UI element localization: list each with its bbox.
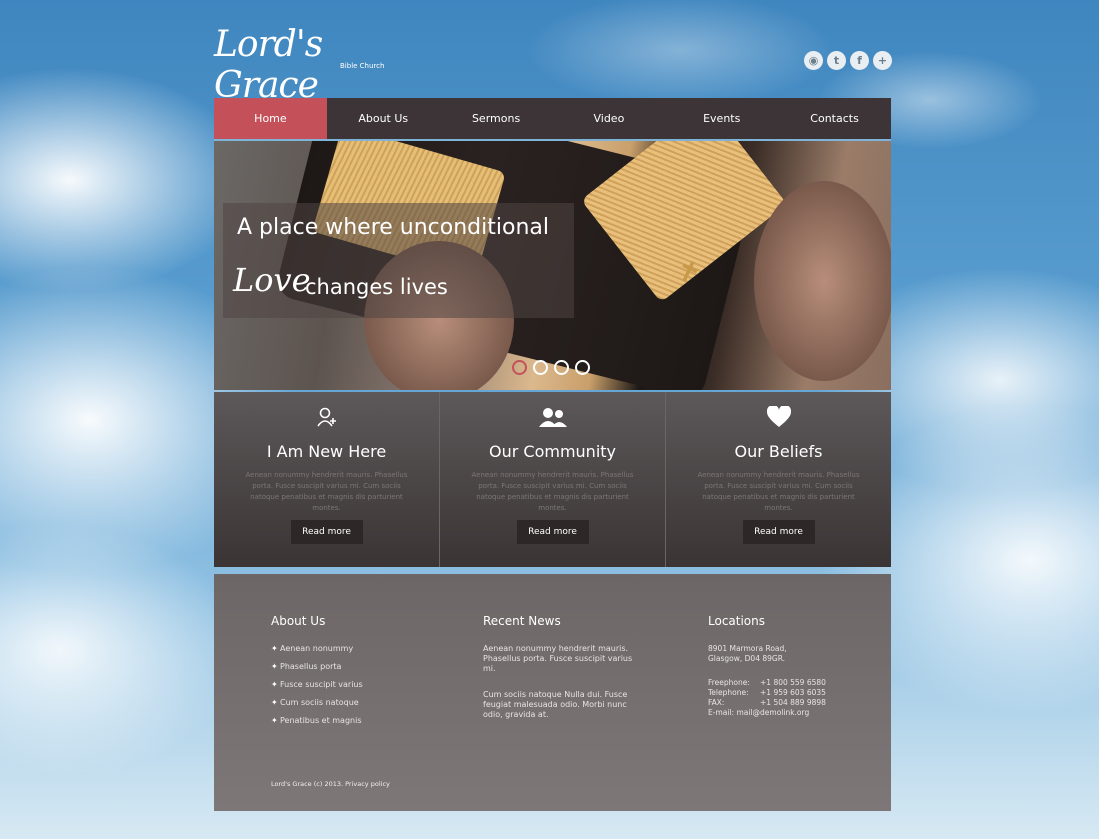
features-row: I Am New Here Aenean nonummy hendrerit m… (214, 392, 891, 567)
hero-slider: ✝ A place where unconditional Love chang… (214, 141, 891, 390)
footer-link[interactable]: ✦ Aenean nonummy (271, 644, 431, 662)
address-line: Glasgow, D04 89GR. (708, 654, 786, 663)
feature-title: I Am New Here (266, 442, 387, 461)
address-line: 8901 Marmora Road, (708, 644, 787, 653)
nav-video[interactable]: Video (552, 98, 665, 139)
feature-text: Aenean nonummy hendrerit mauris. Phasell… (245, 471, 408, 512)
footer: About Us ✦ Aenean nonummy ✦ Phasellus port… (214, 574, 891, 811)
main-nav: Home About Us Sermons Video Events Conta… (214, 98, 891, 141)
star-bullet-icon: ✦ (271, 680, 278, 689)
nav-home[interactable]: Home (214, 98, 327, 139)
hero-line-1: A place where unconditional (237, 215, 549, 240)
email-label: E-mail: (708, 708, 735, 717)
add-user-icon (214, 406, 439, 434)
telephone-value: +1 959 603 6035 (760, 688, 826, 697)
hero-line-2: changes lives (305, 275, 448, 299)
star-bullet-icon: ✦ (271, 644, 278, 653)
freephone-value: +1 800 559 6580 (760, 678, 826, 687)
slider-dot-1[interactable] (512, 360, 527, 375)
nav-contacts[interactable]: Contacts (778, 98, 891, 139)
star-bullet-icon: ✦ (271, 662, 278, 671)
feature-new-here: I Am New Here Aenean nonummy hendrerit m… (214, 392, 439, 567)
telephone-label: Telephone: (708, 688, 749, 697)
news-item[interactable]: Aenean nonummy hendrerit mauris. Phasell… (483, 644, 633, 674)
copyright: Lord's Grace (c) 2013. Privacy policy (271, 780, 390, 788)
read-more-button[interactable]: Read more (290, 520, 363, 544)
plus-icon[interactable]: + (873, 51, 892, 70)
feature-text: Aenean nonummy hendrerit mauris. Phasell… (471, 471, 634, 512)
nav-about-us[interactable]: About Us (327, 98, 440, 139)
rss-icon[interactable]: ◉ (804, 51, 823, 70)
hero-caption: A place where unconditional Love changes… (223, 203, 574, 318)
twitter-icon[interactable]: t (827, 51, 846, 70)
footer-about: About Us ✦ Aenean nonummy ✦ Phasellus port… (271, 614, 431, 734)
freephone-label: Freephone: (708, 678, 750, 687)
hand-right (754, 181, 891, 381)
footer-locations: Locations 8901 Marmora Road, Glasgow, D0… (708, 614, 868, 718)
fax-value: +1 504 889 9898 (760, 698, 826, 707)
slider-pagination (512, 360, 590, 375)
slider-dot-2[interactable] (533, 360, 548, 375)
read-more-button[interactable]: Read more (742, 520, 815, 544)
heart-icon (666, 404, 891, 434)
read-more-button[interactable]: Read more (516, 520, 589, 544)
logo[interactable]: Lord's Grace Bible Church (214, 24, 394, 106)
footer-link[interactable]: ✦ Cum sociis natoque (271, 698, 431, 716)
facebook-icon[interactable]: f (850, 51, 869, 70)
slider-dot-4[interactable] (575, 360, 590, 375)
footer-link[interactable]: ✦ Fusce suscipit varius (271, 680, 431, 698)
footer-news-title: Recent News (483, 614, 561, 628)
logo-subtitle: Bible Church (340, 62, 385, 70)
feature-text: Aenean nonummy hendrerit mauris. Phasell… (697, 471, 860, 512)
hero-love: Love (233, 261, 311, 299)
feature-title: Our Beliefs (734, 442, 823, 461)
footer-locations-title: Locations (708, 614, 766, 628)
footer-news: Recent News Aenean nonummy hendrerit mau… (483, 614, 633, 720)
feature-title: Our Community (489, 442, 616, 461)
footer-about-title: About Us (271, 614, 326, 628)
star-bullet-icon: ✦ (271, 716, 278, 725)
star-bullet-icon: ✦ (271, 698, 278, 707)
email-link[interactable]: mail@demolink.org (736, 708, 809, 717)
footer-link[interactable]: ✦ Phasellus porta (271, 662, 431, 680)
nav-sermons[interactable]: Sermons (440, 98, 553, 139)
fax-label: FAX: (708, 698, 725, 707)
news-item[interactable]: Cum sociis natoque Nulla dui. Fusce feug… (483, 690, 633, 720)
footer-link[interactable]: ✦ Penatibus et magnis (271, 716, 431, 734)
feature-beliefs: Our Beliefs Aenean nonummy hendrerit mau… (665, 392, 891, 567)
users-icon (440, 406, 665, 434)
feature-community: Our Community Aenean nonummy hendrerit m… (439, 392, 665, 567)
nav-events[interactable]: Events (665, 98, 778, 139)
slider-dot-3[interactable] (554, 360, 569, 375)
